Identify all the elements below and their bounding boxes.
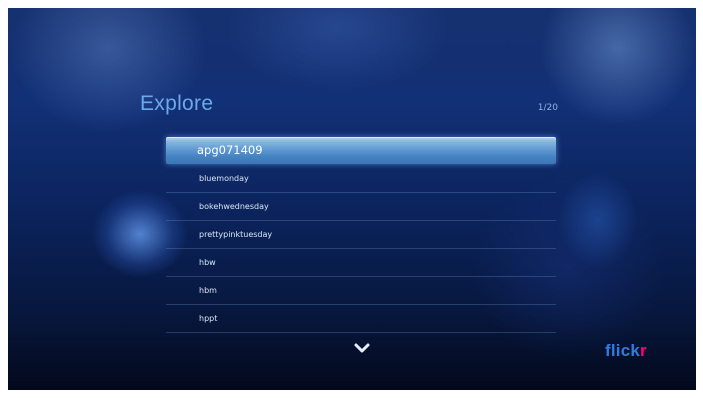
logo-main-text: flick — [605, 341, 641, 360]
media-player-screen: Explore 1/20 apg071409 bluemonday bokehw… — [8, 8, 696, 390]
flickr-logo: flickr — [605, 341, 647, 361]
list-item[interactable]: hppt — [166, 305, 556, 333]
list-item[interactable]: bluemonday — [166, 165, 556, 193]
list-item[interactable]: hbw — [166, 249, 556, 277]
list-item[interactable]: hbm — [166, 277, 556, 305]
page-counter: 1/20 — [537, 103, 558, 113]
list-item-selected[interactable]: apg071409 — [166, 137, 556, 164]
logo-accent-text: r — [640, 341, 647, 360]
tag-list: apg071409 bluemonday bokehwednesday pret… — [166, 137, 556, 333]
list-item[interactable]: bokehwednesday — [166, 193, 556, 221]
page-title: Explore — [140, 92, 214, 115]
chevron-down-icon[interactable] — [352, 341, 372, 355]
list-item[interactable]: prettypinktuesday — [166, 221, 556, 249]
